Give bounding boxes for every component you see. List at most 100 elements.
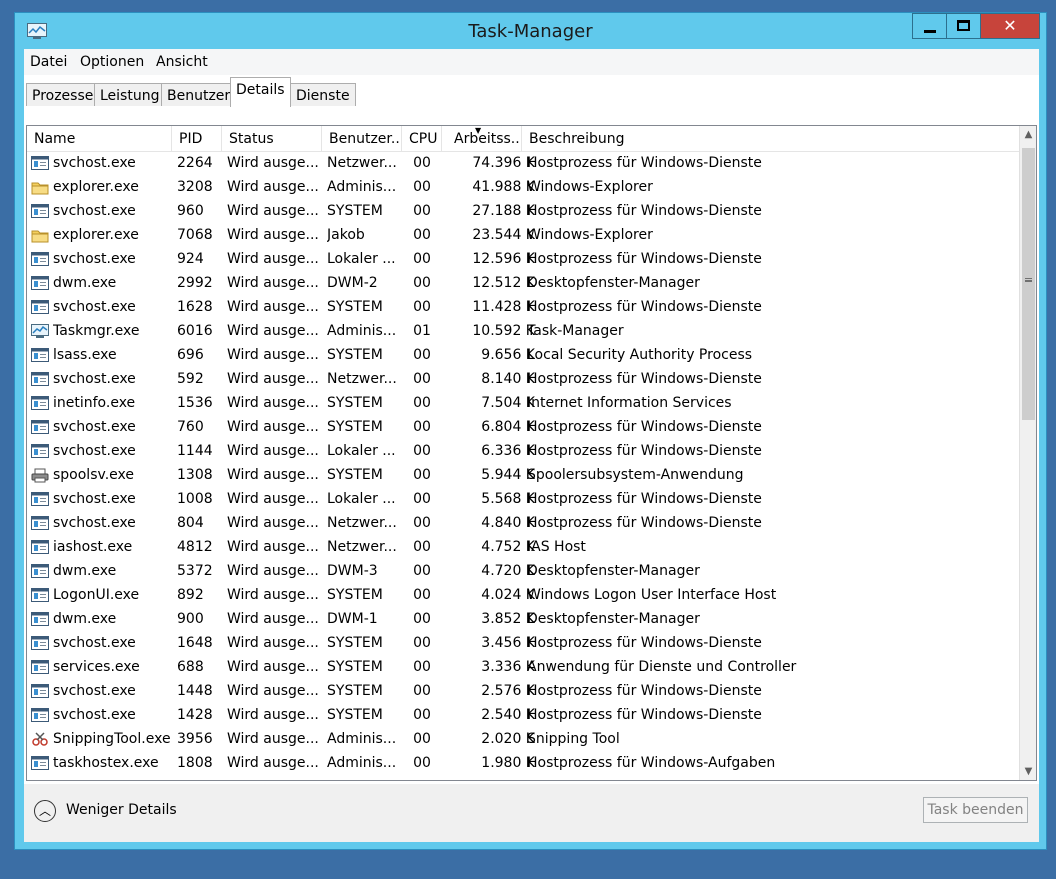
process-table: Name PID Status Benutzer... CPU Arbeitss… [26, 125, 1037, 781]
process-memory: 5.944 K [481, 467, 535, 483]
chevron-up-circle-icon[interactable]: ︿ [34, 800, 56, 822]
process-status: Wird ausge... [227, 683, 319, 699]
table-row[interactable]: svchost.exe 760 Wird ausge... SYSTEM 00 6.804… [27, 415, 1019, 439]
table-row[interactable]: explorer.exe 3208 Wird ausge... Adminis... 0… [27, 175, 1019, 199]
end-task-button[interactable]: Task beenden [923, 797, 1028, 823]
process-name: svchost.exe [53, 683, 136, 699]
process-cpu: 00 [413, 755, 431, 771]
process-description: Hostprozess für Windows-Dienste [527, 419, 762, 435]
process-status: Wird ausge... [227, 251, 319, 267]
table-row[interactable]: svchost.exe 1008 Wird ausge... Lokaler ... 0… [27, 487, 1019, 511]
process-name: svchost.exe [53, 155, 136, 171]
scroll-down-arrow-icon[interactable]: ▼ [1020, 763, 1036, 780]
process-name: svchost.exe [53, 299, 136, 315]
title-bar[interactable]: Task-Manager ✕ [15, 13, 1046, 49]
table-row[interactable]: iashost.exe 4812 Wird ausge... Netzwer... 00… [27, 535, 1019, 559]
menu-ansicht[interactable]: Ansicht [156, 54, 208, 70]
table-row[interactable]: dwm.exe 900 Wird ausge... DWM-1 00 3.852 K Des… [27, 607, 1019, 631]
tab-dienste[interactable]: Dienste [290, 83, 356, 106]
process-status: Wird ausge... [227, 611, 319, 627]
process-status: Wird ausge... [227, 275, 319, 291]
table-row[interactable]: Taskmgr.exe 6016 Wird ausge... Adminis... 01… [27, 319, 1019, 343]
process-pid: 892 [177, 587, 204, 603]
process-description: Spoolersubsystem-Anwendung [527, 467, 744, 483]
process-user: Adminis... [327, 755, 397, 771]
table-row[interactable]: dwm.exe 5372 Wird ausge... DWM-3 00 4.720 K De… [27, 559, 1019, 583]
process-description: Hostprozess für Windows-Dienste [527, 155, 762, 171]
sort-descending-icon: ▼ [475, 126, 482, 135]
process-name: dwm.exe [53, 275, 117, 291]
fewer-details-link[interactable]: Weniger Details [66, 802, 177, 818]
process-user: Adminis... [327, 323, 397, 339]
printer-icon [31, 468, 49, 483]
column-header-mem[interactable]: Arbeitss... [442, 126, 522, 151]
column-header-description[interactable]: Beschreibung [522, 126, 1019, 151]
table-row[interactable]: svchost.exe 1448 Wird ausge... SYSTEM 00 2.57… [27, 679, 1019, 703]
process-cpu: 00 [413, 419, 431, 435]
table-row[interactable]: SnippingTool.exe 3956 Wird ausge... Adminis… [27, 727, 1019, 751]
process-user: Jakob [327, 227, 365, 243]
process-status: Wird ausge... [227, 491, 319, 507]
tab-leistung[interactable]: Leistung [94, 83, 166, 106]
tab-details[interactable]: Details [230, 77, 291, 107]
process-description: Hostprozess für Windows-Dienste [527, 371, 762, 387]
column-header-status[interactable]: Status [222, 126, 322, 151]
scroll-up-arrow-icon[interactable]: ▲ [1020, 126, 1036, 143]
process-name: svchost.exe [53, 419, 136, 435]
process-pid: 6016 [177, 323, 213, 339]
process-cpu: 00 [413, 443, 431, 459]
column-header-user[interactable]: Benutzer... [322, 126, 402, 151]
process-pid: 804 [177, 515, 204, 531]
tab-prozesse[interactable]: Prozesse [26, 83, 100, 106]
service-host-icon [31, 564, 49, 578]
maximize-button[interactable] [947, 13, 981, 39]
process-memory: 23.544 K [472, 227, 535, 243]
scrollbar-thumb[interactable] [1022, 148, 1035, 420]
table-row[interactable]: svchost.exe 960 Wird ausge... SYSTEM 00 27.18… [27, 199, 1019, 223]
process-name: Taskmgr.exe [53, 323, 140, 339]
scrollbar-grip-icon [1025, 278, 1032, 282]
process-cpu: 00 [413, 635, 431, 651]
tab-strip: Prozesse Leistung Benutzer Details Diens… [24, 75, 1039, 108]
folder-icon [31, 182, 49, 195]
process-memory: 6.336 K [481, 443, 535, 459]
table-row[interactable]: taskhostex.exe 1808 Wird ausge... Adminis..… [27, 751, 1019, 775]
column-header-pid[interactable]: PID [172, 126, 222, 151]
table-row[interactable]: explorer.exe 7068 Wird ausge... Jakob 00 23.5… [27, 223, 1019, 247]
table-row[interactable]: lsass.exe 696 Wird ausge... SYSTEM 00 9.656 K… [27, 343, 1019, 367]
process-cpu: 00 [413, 707, 431, 723]
table-row[interactable]: svchost.exe 2264 Wird ausge... Netzwer... 00… [27, 151, 1019, 175]
vertical-scrollbar[interactable]: ▲ ▼ [1019, 126, 1036, 780]
table-row[interactable]: svchost.exe 924 Wird ausge... Lokaler ... 00… [27, 247, 1019, 271]
process-memory: 10.592 K [472, 323, 535, 339]
column-header-name[interactable]: Name [27, 126, 172, 151]
table-row[interactable]: svchost.exe 592 Wird ausge... Netzwer... 00 8… [27, 367, 1019, 391]
process-name: svchost.exe [53, 491, 136, 507]
table-row[interactable]: svchost.exe 1144 Wird ausge... Lokaler ... 0… [27, 439, 1019, 463]
minimize-button[interactable] [912, 13, 947, 39]
table-row[interactable]: svchost.exe 1648 Wird ausge... SYSTEM 00 3.45… [27, 631, 1019, 655]
process-cpu: 00 [413, 731, 431, 747]
process-status: Wird ausge... [227, 419, 319, 435]
process-description: Hostprozess für Windows-Dienste [527, 683, 762, 699]
table-row[interactable]: spoolsv.exe 1308 Wird ausge... SYSTEM 00 5.94… [27, 463, 1019, 487]
process-description: Desktopfenster-Manager [527, 611, 700, 627]
table-row[interactable]: services.exe 688 Wird ausge... SYSTEM 00 3.33… [27, 655, 1019, 679]
table-row[interactable]: inetinfo.exe 1536 Wird ausge... SYSTEM 00 7.5… [27, 391, 1019, 415]
close-button[interactable]: ✕ [981, 13, 1040, 39]
menu-datei[interactable]: Datei [30, 54, 67, 70]
column-header-cpu[interactable]: CPU [402, 126, 442, 151]
process-description: Hostprozess für Windows-Dienste [527, 491, 762, 507]
process-description: Desktopfenster-Manager [527, 275, 700, 291]
process-memory: 6.804 K [481, 419, 535, 435]
menu-optionen[interactable]: Optionen [80, 54, 144, 70]
process-pid: 1144 [177, 443, 213, 459]
table-row[interactable]: svchost.exe 804 Wird ausge... Netzwer... 00 4… [27, 511, 1019, 535]
table-row[interactable]: svchost.exe 1628 Wird ausge... SYSTEM 00 11.4… [27, 295, 1019, 319]
tab-benutzer[interactable]: Benutzer [161, 83, 237, 106]
table-row[interactable]: svchost.exe 1428 Wird ausge... SYSTEM 00 2.54… [27, 703, 1019, 727]
table-row[interactable]: dwm.exe 2992 Wird ausge... DWM-2 00 12.512 KD… [27, 271, 1019, 295]
details-panel: Name PID Status Benutzer... CPU Arbeitss… [24, 107, 1039, 784]
table-row[interactable]: LogonUI.exe 892 Wird ausge... SYSTEM 00 4.024… [27, 583, 1019, 607]
process-description: Anwendung für Dienste und Controller [527, 659, 797, 675]
